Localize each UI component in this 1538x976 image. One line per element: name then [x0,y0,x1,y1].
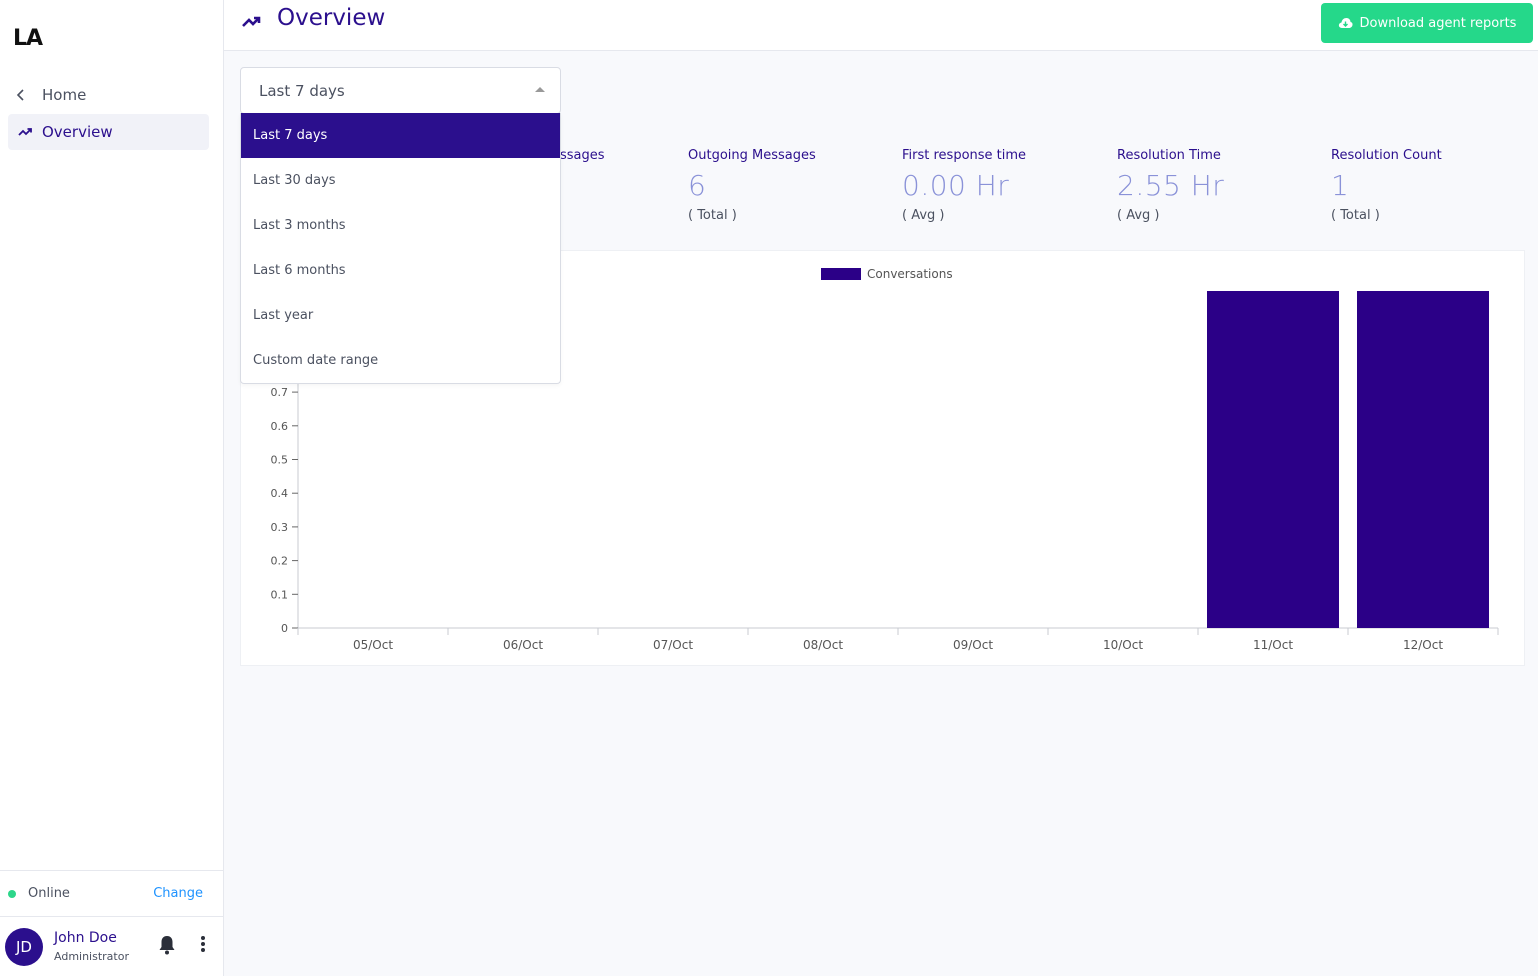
metric-value: 0.00 Hr [902,169,1010,202]
y-tick-label: 0.1 [271,588,289,601]
date-range-option[interactable]: Last year [241,293,560,338]
date-range-menu: Last 7 days Last 30 days Last 3 months L… [240,113,561,384]
y-tick-label: 0 [281,622,288,635]
date-range-selected: Last 7 days [259,81,345,100]
x-tick-label: 05/Oct [353,638,393,652]
app-logo: LA [13,26,43,51]
x-tick-label: 09/Oct [953,638,993,652]
metric-resolution-time[interactable]: Resolution Time 2.55 Hr ( Avg ) [1117,135,1317,223]
x-tick-label: 12/Oct [1403,638,1443,652]
chart-bar [1357,291,1489,628]
trending-up-icon [240,10,262,36]
sidebar-item-label: Home [42,86,87,104]
x-tick-label: 08/Oct [803,638,843,652]
user-role: Administrator [54,950,129,963]
trending-up-icon [12,127,38,137]
chart-bar [1207,291,1339,628]
sidebar-item-home[interactable]: Home [8,80,208,110]
y-tick-label: 0.3 [271,521,289,534]
metric-sub: ( Avg ) [1117,208,1160,223]
x-tick-label: 11/Oct [1253,638,1293,652]
metric-label: First response time [902,148,1027,163]
online-dot-icon [8,889,16,898]
status-text: Online [28,886,70,901]
date-range-option[interactable]: Last 7 days [241,113,560,158]
download-agent-reports-button[interactable]: Download agent reports [1321,3,1533,43]
caret-up-icon [535,87,545,92]
avatar[interactable]: JD [5,927,43,966]
sidebar-item-label: Overview [42,123,113,141]
y-tick-label: 0.7 [271,386,289,399]
metric-sub: ( Total ) [1331,208,1380,223]
bell-icon[interactable] [158,935,176,959]
x-tick-label: 10/Oct [1103,638,1143,652]
current-user[interactable]: JD John Doe Administrator [0,916,223,976]
date-range-option[interactable]: Custom date range [241,338,560,383]
metric-resolution-count[interactable]: Resolution Count 1 ( Total ) [1331,135,1531,223]
y-tick-label: 0.5 [271,454,289,467]
metric-label: Resolution Time [1117,148,1221,163]
availability-status: Online Change [0,870,223,916]
metric-value: 1 [1331,169,1350,202]
change-status-link[interactable]: Change [153,886,203,901]
date-range-option[interactable]: Last 6 months [241,248,560,293]
metric-value: 2.55 Hr [1117,169,1225,202]
x-tick-label: 07/Oct [653,638,693,652]
metric-sub: ( Total ) [688,208,737,223]
metric-label: Outgoing Messages [688,148,816,163]
user-name: John Doe [54,930,117,946]
sidebar-item-overview[interactable]: Overview [8,114,209,150]
download-label: Download agent reports [1359,15,1517,31]
user-info: John Doe Administrator [54,930,129,963]
legend-swatch [821,268,861,280]
chevron-left-icon [8,89,34,101]
page-title: Overview [277,5,386,31]
date-range-select[interactable]: Last 7 days [240,67,561,114]
y-tick-label: 0.6 [271,420,289,433]
cloud-download-icon [1338,18,1353,28]
y-tick-label: 0.2 [271,555,289,568]
date-range-option[interactable]: Last 3 months [241,203,560,248]
more-options-icon[interactable] [200,935,206,957]
metric-outgoing-messages[interactable]: Outgoing Messages 6 ( Total ) [688,135,888,223]
legend-label: Conversations [867,267,953,281]
metric-value: 6 [688,169,707,202]
y-tick-label: 0.4 [271,487,289,500]
metric-label: Resolution Count [1331,148,1442,163]
metric-first-response-time[interactable]: First response time 0.00 Hr ( Avg ) [902,135,1102,223]
sidebar: LA Home Overview Online Change JD John D… [0,0,224,976]
page-header: Overview Download agent reports [224,0,1538,51]
x-tick-label: 06/Oct [503,638,543,652]
metric-sub: ( Avg ) [902,208,945,223]
date-range-option[interactable]: Last 30 days [241,158,560,203]
